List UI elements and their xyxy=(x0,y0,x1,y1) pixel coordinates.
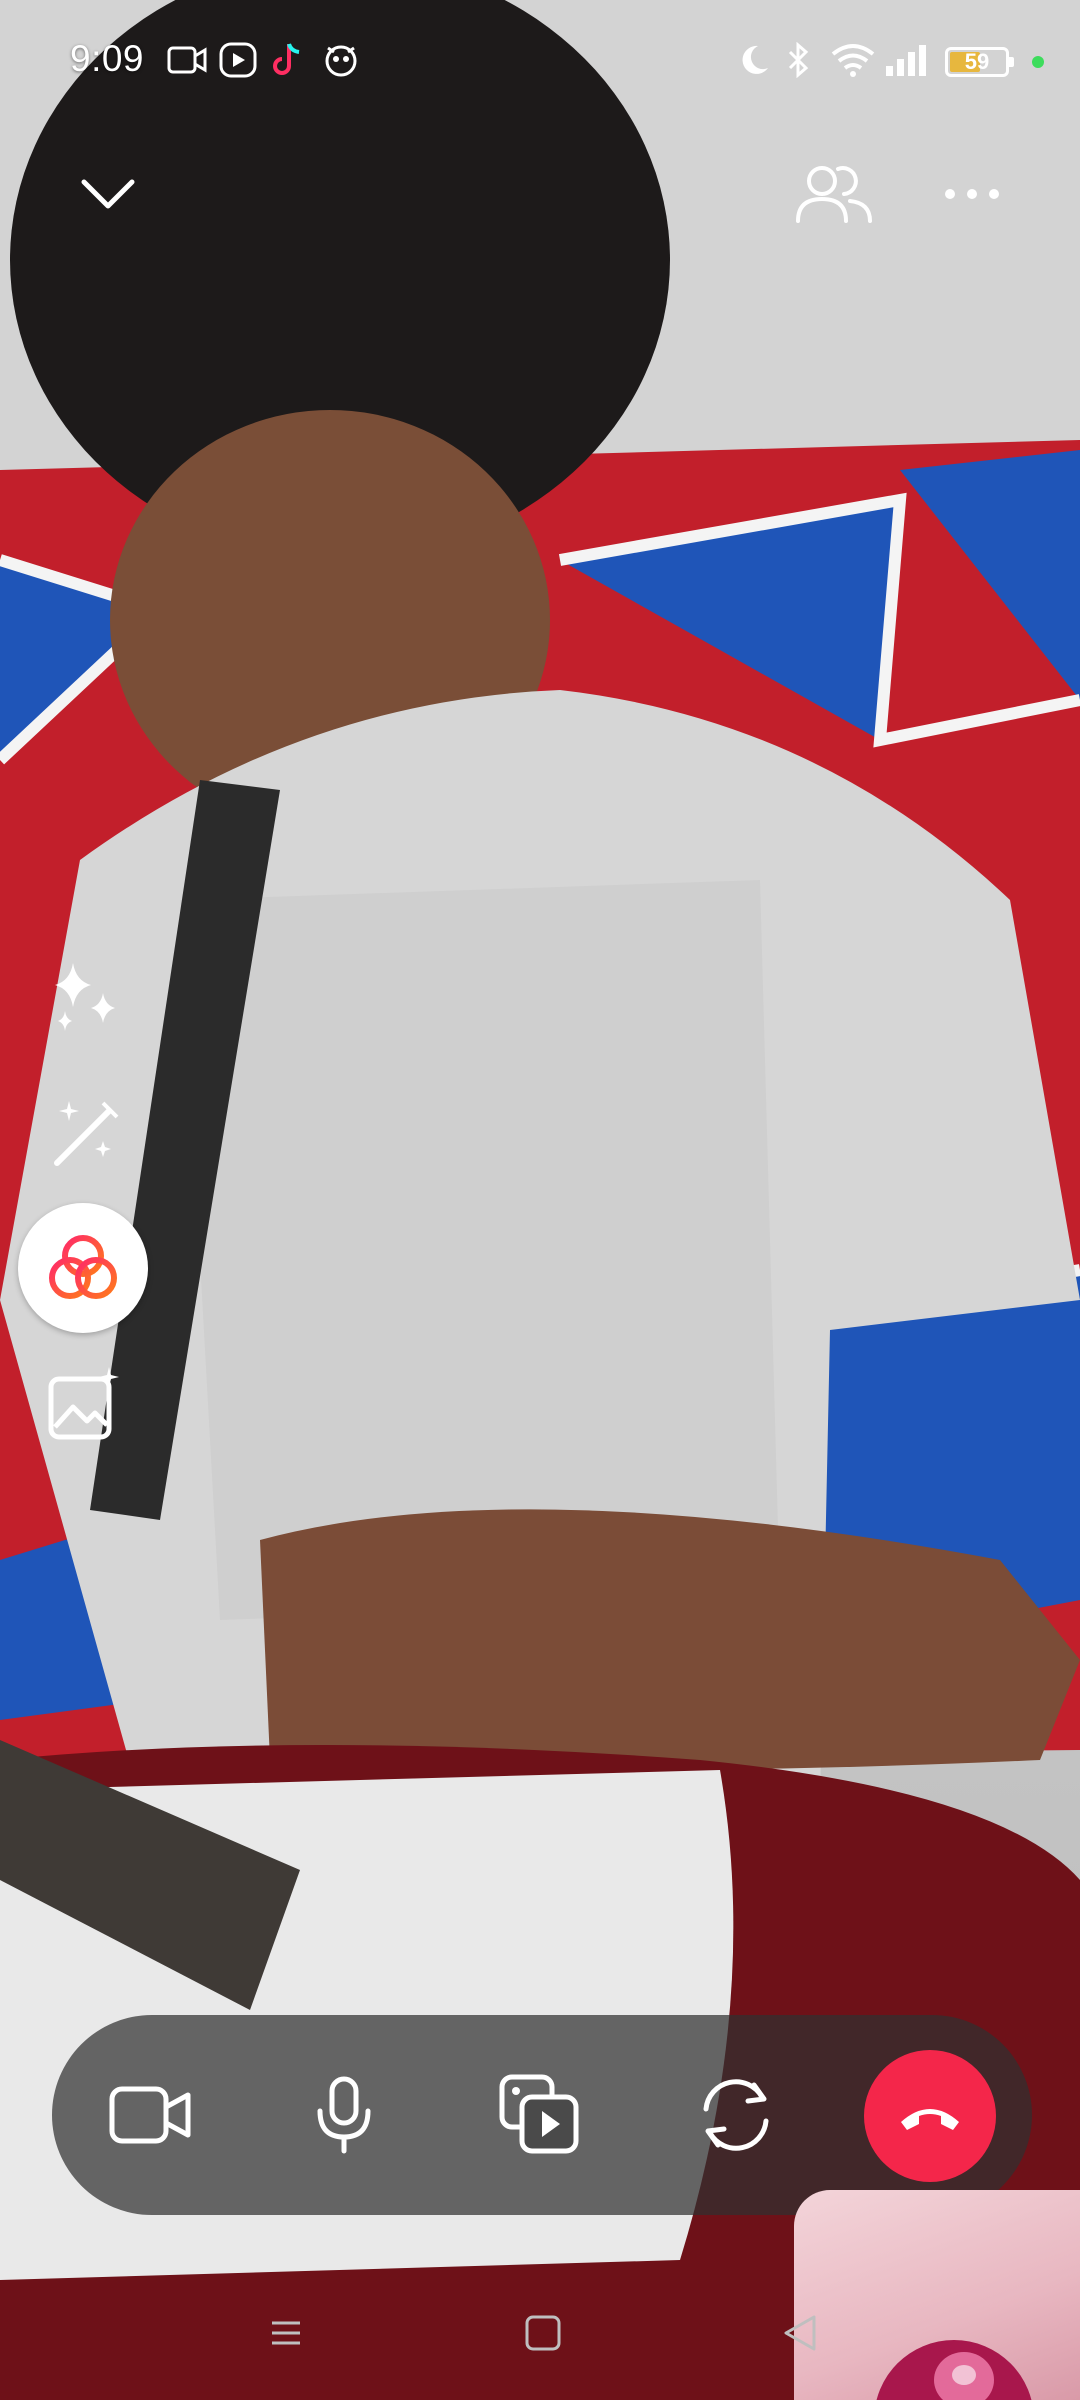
battery-icon: 59 xyxy=(945,47,1014,77)
tiktok-icon xyxy=(271,42,305,78)
chevron-down-icon xyxy=(81,179,135,209)
self-view-scene xyxy=(876,2340,1032,2400)
signal-icon xyxy=(884,42,930,78)
participants-icon xyxy=(796,166,872,223)
effects-button[interactable] xyxy=(18,1203,148,1333)
magic-wand-icon xyxy=(54,1101,119,1166)
camera-icon xyxy=(109,2086,191,2144)
microphone-toggle-button[interactable] xyxy=(284,2055,404,2175)
backgrounds-button[interactable] xyxy=(42,1362,128,1448)
privacy-indicator xyxy=(1032,56,1044,68)
more-options-button[interactable] xyxy=(924,146,1020,242)
image-effects-icon xyxy=(48,1367,119,1440)
end-call-icon xyxy=(901,2109,959,2130)
battery-level: 59 xyxy=(964,49,990,74)
minimize-call-button[interactable] xyxy=(60,146,156,242)
microphone-icon xyxy=(317,2076,371,2154)
media-share-button[interactable] xyxy=(480,2055,600,2175)
status-bar: 9:09 59 xyxy=(0,0,1080,120)
recents-button[interactable] xyxy=(266,2313,306,2358)
home-icon xyxy=(525,2315,561,2351)
media-share-icon xyxy=(499,2074,579,2154)
effects-rings-icon xyxy=(49,1235,117,1299)
end-call-button[interactable] xyxy=(864,2050,996,2182)
moon-icon xyxy=(738,42,770,78)
home-button[interactable] xyxy=(523,2313,563,2358)
bluetooth-icon xyxy=(786,41,812,79)
back-button[interactable] xyxy=(780,2313,820,2358)
more-icon xyxy=(945,189,999,199)
video-record-icon xyxy=(167,42,207,78)
wifi-icon xyxy=(830,42,876,78)
flip-camera-button[interactable] xyxy=(676,2055,796,2175)
status-time: 9:09 xyxy=(70,38,145,79)
menu-icon xyxy=(272,2321,300,2345)
filters-button[interactable] xyxy=(42,1088,128,1174)
participants-button[interactable] xyxy=(786,146,882,242)
sparkles-icon xyxy=(55,963,115,1031)
media-icon xyxy=(219,42,257,78)
back-icon xyxy=(784,2315,816,2351)
self-view-thumbnail[interactable] xyxy=(794,2190,1080,2400)
sparkles-button[interactable] xyxy=(42,952,128,1038)
app-icon xyxy=(322,42,360,78)
camera-toggle-button[interactable] xyxy=(90,2055,210,2175)
flip-camera-icon xyxy=(703,2079,769,2151)
